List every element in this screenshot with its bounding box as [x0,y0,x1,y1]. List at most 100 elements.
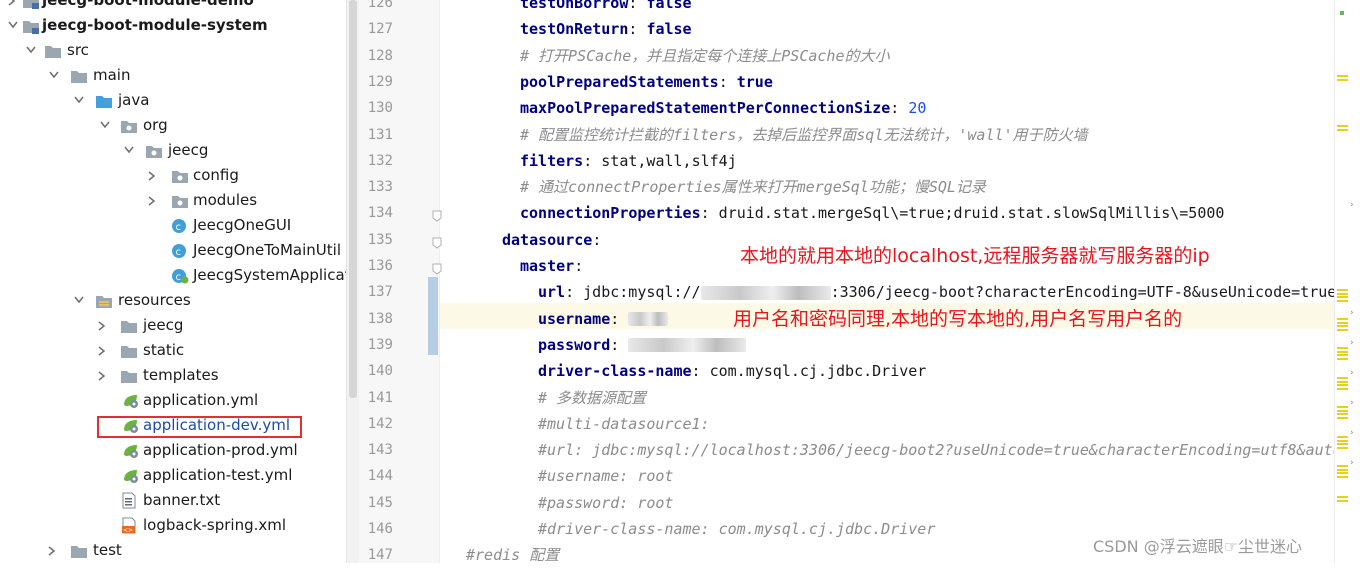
chevron-down-icon[interactable] [24,38,38,63]
chevron-right-icon[interactable] [6,0,20,13]
yaml-value: : [890,99,909,118]
line-number: 136 [367,258,393,274]
tree-item[interactable]: config [0,163,346,188]
tree-item[interactable]: c JeecgOneGUI [0,213,346,238]
warning-marker[interactable] [1337,75,1348,77]
tree-item[interactable]: resources [0,288,346,313]
warning-marker[interactable] [1337,354,1348,356]
chevron-right-icon: › [1350,458,1354,468]
folder-icon [70,67,88,84]
warning-marker[interactable] [1337,318,1348,320]
warning-marker[interactable] [1337,377,1348,379]
warning-marker[interactable] [1337,472,1348,474]
chevron-right-icon[interactable] [146,188,160,213]
chevron-down-icon[interactable] [47,63,61,88]
tree-item-label: static [143,341,185,359]
tree-item-label: logback-spring.xml [143,516,287,534]
chevron-right-icon[interactable] [96,313,110,338]
warning-marker[interactable] [1337,469,1348,471]
warning-marker[interactable] [1337,322,1348,324]
yaml-value: : [718,72,737,91]
tree-item[interactable]: test [0,538,346,563]
warning-marker[interactable] [1337,413,1348,415]
yaml-value: : druid.stat.mergeSql\=true;druid.stat.s… [700,204,1225,223]
warning-marker[interactable] [1337,300,1348,302]
folder-icon [70,542,88,559]
tree-item[interactable]: c JeecgSystemApplication [0,263,346,288]
tree-item[interactable]: application.yml [0,388,346,413]
tree-scrollbar[interactable] [346,0,359,563]
warning-marker[interactable] [1337,296,1348,298]
chevron-down-icon[interactable] [6,13,20,38]
warning-marker[interactable] [1337,406,1348,408]
tree-item-label: org [143,116,168,134]
tree-item-label: config [193,166,239,184]
warning-marker[interactable] [1337,388,1348,390]
tree-item[interactable]: jeecg [0,138,346,163]
warning-marker[interactable] [1337,410,1348,412]
yaml-comment: # 配置监控统计拦截的filters，去掉后监控界面sql无法统计，'wall'… [520,125,1088,144]
warning-marker[interactable] [1337,443,1348,445]
warning-marker[interactable] [1337,293,1348,295]
warning-marker[interactable] [1337,465,1348,467]
tree-item[interactable]: application-prod.yml [0,438,346,463]
warning-marker[interactable] [1337,381,1348,383]
chevron-right-icon[interactable] [96,363,110,388]
tree-item[interactable]: application-test.yml [0,463,346,488]
tree-item[interactable]: main [0,63,346,88]
chevron-down-icon[interactable] [122,138,136,163]
warning-marker[interactable] [1337,351,1348,353]
chevron-down-icon[interactable] [98,113,112,138]
warning-marker[interactable] [1337,476,1348,478]
tree-item[interactable]: c JeecgOneToMainUtil [0,238,346,263]
line-number: 142 [367,415,393,432]
tree-item[interactable]: <> logback-spring.xml [0,513,346,538]
code-line: password: [440,332,1334,358]
tree-item[interactable]: modules [0,188,346,213]
chevron-right-icon[interactable] [46,538,60,563]
vcs-change-marker[interactable] [428,277,438,355]
tree-item[interactable]: static [0,338,346,363]
tree-item[interactable]: java [0,88,346,113]
warning-marker[interactable] [1337,384,1348,386]
code-editor[interactable]: testOnBorrow: false testOnReturn: false # … [440,0,1334,563]
java-class-icon: c [171,217,189,234]
tree-item-label: JeecgOneGUI [193,216,292,234]
tree-item[interactable]: jeecg [0,313,346,338]
tree-scrollbar-thumb[interactable] [349,0,357,398]
warning-marker[interactable] [1337,347,1348,349]
tree-item[interactable]: banner.txt [0,488,346,513]
tree-item-label: java [118,91,150,109]
warning-marker[interactable] [1337,329,1348,331]
warning-marker[interactable] [1337,500,1348,502]
chevron-down-icon[interactable] [72,88,86,113]
chevron-down-icon[interactable] [72,288,86,313]
line-number: 140 [367,363,393,380]
chevron-right-icon: › [1350,200,1354,210]
warning-marker[interactable] [1337,325,1348,327]
warning-marker[interactable] [1337,79,1348,81]
chevron-right-icon[interactable] [146,163,160,188]
warning-marker[interactable] [1337,129,1348,131]
line-number: 143 [367,442,393,459]
inspection-ok-icon[interactable] [1340,11,1344,15]
warning-marker[interactable] [1337,440,1348,442]
resources-folder-icon [95,292,113,309]
tree-item[interactable]: org [0,113,346,138]
warning-marker[interactable] [1337,289,1348,291]
chevron-right-icon[interactable] [96,338,110,363]
error-stripe-bar[interactable] [1334,0,1360,563]
tree-item[interactable]: src [0,38,346,63]
warning-marker[interactable] [1337,447,1348,449]
warning-marker[interactable] [1337,125,1348,127]
tree-item-label: jeecg [143,316,184,334]
tree-item-label: application-test.yml [143,466,293,484]
warning-marker[interactable] [1337,436,1348,438]
tree-item[interactable]: jeecg-boot-module-demo [0,0,346,13]
svg-text:c: c [176,247,182,258]
warning-marker[interactable] [1337,496,1348,498]
tree-item[interactable]: templates [0,363,346,388]
warning-marker[interactable] [1337,358,1348,360]
warning-marker[interactable] [1337,417,1348,419]
tree-item[interactable]: jeecg-boot-module-system [0,13,346,38]
